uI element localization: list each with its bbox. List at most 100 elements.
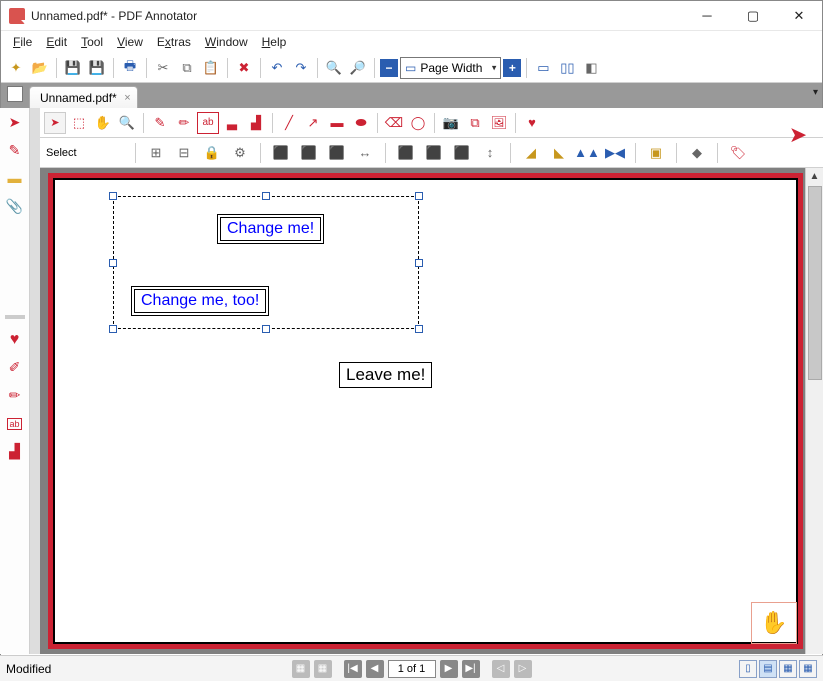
resize-handle-w[interactable] <box>109 259 117 267</box>
resize-handle-se[interactable] <box>415 325 423 333</box>
align-bottom-button[interactable]: ⬛ <box>451 142 473 164</box>
close-tab-icon[interactable]: × <box>124 92 130 104</box>
scroll-up-icon[interactable]: ▲ <box>807 168 823 184</box>
resize-handle-e[interactable] <box>415 259 423 267</box>
resize-handle-s[interactable] <box>262 325 270 333</box>
zoom-select[interactable]: ▭ Page Width <box>400 57 501 79</box>
pointer-tool[interactable]: ➤ <box>4 111 26 133</box>
print-button[interactable]: 🖶 <box>119 57 141 79</box>
delete-button[interactable]: ✖ <box>233 57 255 79</box>
scroll-thumb[interactable] <box>808 186 822 380</box>
resize-handle-ne[interactable] <box>415 192 423 200</box>
group-button[interactable]: ⊞ <box>145 142 167 164</box>
menu-extras[interactable]: Extras <box>151 33 197 51</box>
last-page-button[interactable]: ▶| <box>462 660 480 678</box>
document-tab[interactable]: Unnamed.pdf* × <box>29 86 138 108</box>
stamp-tool[interactable]: ▟ <box>4 441 26 463</box>
dark-mode-button[interactable]: ◧ <box>580 57 602 79</box>
stamp-annot[interactable]: ▟ <box>245 112 267 134</box>
prev-page-button[interactable]: ◀ <box>366 660 384 678</box>
align-center-button[interactable]: ⬛ <box>298 142 320 164</box>
camera-tool[interactable]: 📷 <box>440 112 462 134</box>
open-button[interactable]: 📂 <box>29 57 51 79</box>
page-thumb-next-icon[interactable]: ▦ <box>314 660 332 678</box>
zoom-out-button[interactable]: − <box>380 59 398 77</box>
minimize-button[interactable]: ─ <box>684 1 730 31</box>
page-input[interactable] <box>388 660 436 678</box>
paste-button[interactable]: 📋 <box>200 57 222 79</box>
page-canvas[interactable]: Change me! Change me, too! Leave me! <box>48 173 803 649</box>
menu-help[interactable]: Help <box>256 33 293 51</box>
resize-handle-n[interactable] <box>262 192 270 200</box>
save-as-button[interactable]: 💾 <box>86 57 108 79</box>
resize-handle-sw[interactable] <box>109 325 117 333</box>
menu-file[interactable]: File <box>7 33 38 51</box>
flip-v-button[interactable]: ▶◀ <box>604 142 626 164</box>
eraser-stroke-tool[interactable]: ◯ <box>407 112 429 134</box>
select-tool[interactable]: ➤ <box>44 112 66 134</box>
note-tool[interactable]: ▬ <box>4 167 26 189</box>
pan-button[interactable]: ✋ <box>751 602 797 644</box>
line-tool[interactable]: ╱ <box>278 112 300 134</box>
single-page-button[interactable]: ▭ <box>532 57 554 79</box>
text-annot[interactable]: ab <box>197 112 219 134</box>
view-two-button[interactable]: ▦ <box>779 660 797 678</box>
menu-window[interactable]: Window <box>199 33 254 51</box>
rotate-right-button[interactable]: ◣ <box>548 142 570 164</box>
nav-back-button[interactable]: ◁ <box>492 660 510 678</box>
align-middle-button[interactable]: ⬛ <box>423 142 445 164</box>
eraser-tool[interactable]: ⌫ <box>383 112 405 134</box>
text-annotation-1[interactable]: Change me! <box>217 214 324 244</box>
text-annotation-3[interactable]: Leave me! <box>339 362 432 388</box>
maximize-button[interactable]: ▢ <box>730 1 776 31</box>
tab-dropdown-icon[interactable]: ▾ <box>813 87 818 98</box>
vertical-scrollbar[interactable]: ▲ <box>805 168 823 654</box>
text-tool[interactable]: ab <box>4 413 26 435</box>
view-two-cont-button[interactable]: ▦ <box>799 660 817 678</box>
ellipse-tool[interactable]: ⬬ <box>350 112 372 134</box>
highlight-annot[interactable]: ▃ <box>221 112 243 134</box>
pencil-tool[interactable]: ✏ <box>4 385 26 407</box>
marker-annot[interactable]: ✏ <box>173 112 195 134</box>
new-button[interactable]: ✦ <box>5 57 27 79</box>
next-page-button[interactable]: ▶ <box>440 660 458 678</box>
flip-h-button[interactable]: ▲▲ <box>576 142 598 164</box>
page-thumb-prev-icon[interactable]: ▦ <box>292 660 310 678</box>
menu-edit[interactable]: Edit <box>40 33 73 51</box>
ungroup-button[interactable]: ⊟ <box>173 142 195 164</box>
crop-tool[interactable]: ⧉ <box>464 112 486 134</box>
redo-button[interactable]: ↷ <box>290 57 312 79</box>
view-continuous-button[interactable]: ▤ <box>759 660 777 678</box>
cut-button[interactable]: ✂ <box>152 57 174 79</box>
view-single-button[interactable]: ▯ <box>739 660 757 678</box>
text-annotation-2[interactable]: Change me, too! <box>131 286 269 316</box>
zoom-tool[interactable]: 🔍 <box>116 112 138 134</box>
resize-handle-nw[interactable] <box>109 192 117 200</box>
menu-view[interactable]: View <box>111 33 149 51</box>
pen-annot[interactable]: ✎ <box>149 112 171 134</box>
lock-button[interactable]: 🔒 <box>201 142 223 164</box>
save-button[interactable]: 💾 <box>62 57 84 79</box>
align-right-button[interactable]: ⬛ <box>326 142 348 164</box>
first-page-button[interactable]: |◀ <box>344 660 362 678</box>
align-left-button[interactable]: ⬛ <box>270 142 292 164</box>
bring-front-button[interactable]: ▣ <box>645 142 667 164</box>
tab-thumbnail-icon[interactable] <box>7 86 23 102</box>
pan-tool[interactable]: ✋ <box>92 112 114 134</box>
image-tool[interactable]: 🖼 <box>488 112 510 134</box>
favorite-tool[interactable]: ♥ <box>521 112 543 134</box>
two-page-button[interactable]: ▯▯ <box>556 57 578 79</box>
sidebar-splitter[interactable] <box>30 108 40 654</box>
align-top-button[interactable]: ⬛ <box>395 142 417 164</box>
undo-button[interactable]: ↶ <box>266 57 288 79</box>
distribute-h-button[interactable]: ↔ <box>354 142 376 164</box>
color-button[interactable]: ◆ <box>686 142 708 164</box>
close-button[interactable]: ✕ <box>776 1 822 31</box>
find-button[interactable]: 🔍 <box>323 57 345 79</box>
attachment-tool[interactable]: 📎 <box>4 195 26 217</box>
rect-tool[interactable]: ▬ <box>326 112 348 134</box>
pen-tool[interactable]: ✎ <box>4 139 26 161</box>
rotate-left-button[interactable]: ◢ <box>520 142 542 164</box>
menu-tool[interactable]: Tool <box>75 33 109 51</box>
zoom-in-button[interactable]: + <box>503 59 521 77</box>
